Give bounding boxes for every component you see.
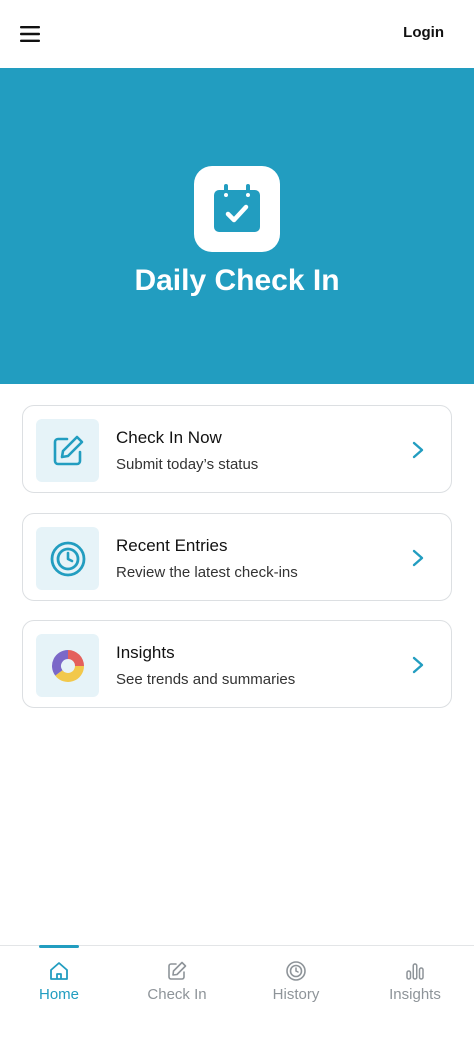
donut-chart-icon [51,649,84,682]
nav-label: History [272,986,320,1003]
edit-icon [53,435,83,465]
card-icon-tile [36,419,99,482]
nav-item-home[interactable]: Home [0,945,118,1039]
recent-entries-card[interactable]: Recent Entries Review the latest check-i… [22,513,452,601]
card-icon-tile [36,634,99,697]
card-subtitle: Review the latest check-ins [116,564,298,581]
check-in-now-card[interactable]: Check In Now Submit today’s status [22,405,452,493]
nav-label: Check In [147,986,207,1003]
card-title: Check In Now [116,428,222,447]
nav-item-insights[interactable]: Insights [356,946,474,1039]
chevron-right-icon [412,656,424,674]
clock-icon [286,961,306,981]
nav-item-check-in[interactable]: Check In [118,946,236,1039]
card-title: Insights [116,643,175,662]
card-icon-tile [36,527,99,590]
app-root: Login Daily Check In Check In Now Submit… [0,0,474,1039]
page-title: Daily Check In [134,264,340,297]
bar-chart-icon [406,963,424,980]
card-subtitle: Submit today’s status [116,456,259,473]
bottom-navigation: Home Check In History Insights [0,945,474,1039]
chevron-right-icon [412,441,424,459]
top-bar: Login [0,0,474,68]
home-icon [50,962,68,980]
calendar-check-icon [214,184,260,232]
card-title: Recent Entries [116,536,228,555]
edit-icon [168,961,187,980]
nav-item-history[interactable]: History [237,946,355,1039]
nav-label: Insights [389,986,441,1003]
hero-banner: Daily Check In [0,68,474,384]
hamburger-menu-icon[interactable] [16,20,44,48]
active-tab-indicator [39,945,79,948]
login-button[interactable]: Login [403,24,444,41]
insights-card[interactable]: Insights See trends and summaries [22,620,452,708]
chevron-right-icon [412,549,424,567]
clock-icon [50,541,85,576]
hero-icon-container [194,166,280,252]
card-subtitle: See trends and summaries [116,671,296,688]
nav-label: Home [38,986,79,1003]
